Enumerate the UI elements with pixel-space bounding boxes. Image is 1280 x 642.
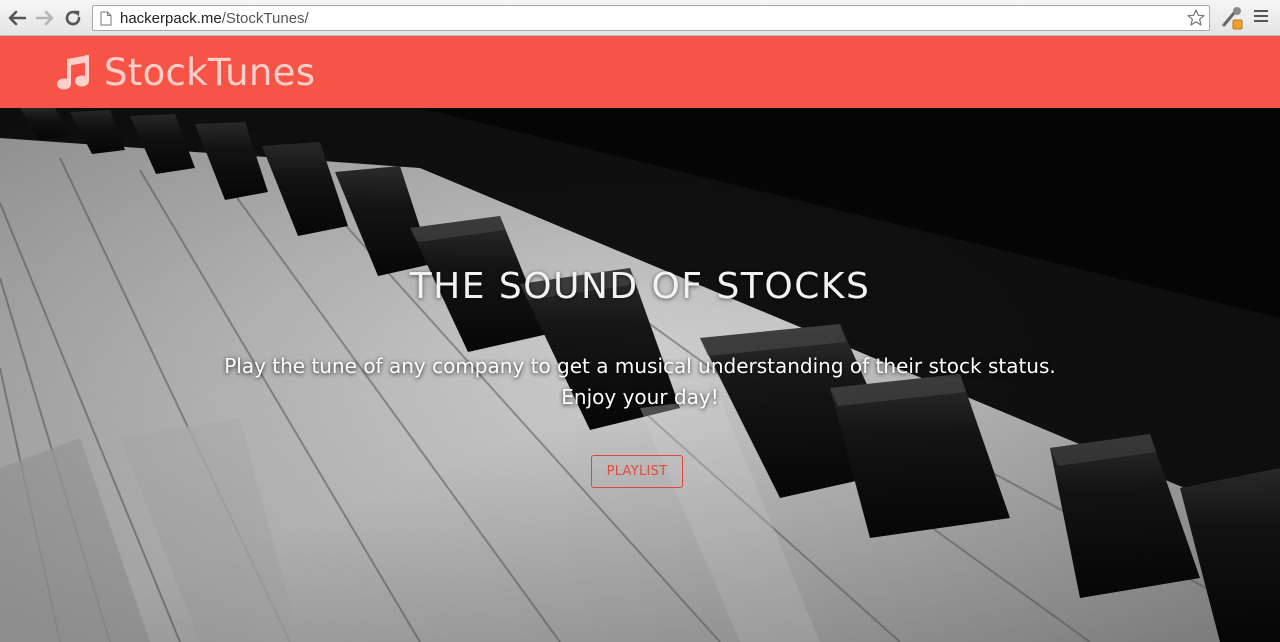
eyedropper-extension-icon[interactable] <box>1220 5 1244 31</box>
menu-icon[interactable] <box>1254 10 1268 24</box>
playlist-button[interactable]: PLAYLIST <box>591 455 683 488</box>
url-text: hackerpack.me/StockTunes/ <box>120 10 309 27</box>
brand-link[interactable]: StockTunes <box>56 51 315 94</box>
hero-content: THE SOUND OF STOCKS Play the tune of any… <box>0 108 1280 642</box>
forward-button[interactable] <box>33 6 57 30</box>
hero-section: THE SOUND OF STOCKS Play the tune of any… <box>0 108 1280 642</box>
url-host: hackerpack.me <box>120 9 222 27</box>
address-bar[interactable]: hackerpack.me/StockTunes/ <box>92 5 1210 31</box>
hero-subtitle-line-1: Play the tune of any company to get a mu… <box>224 354 1056 378</box>
reload-icon <box>65 10 81 26</box>
brand-name: StockTunes <box>104 50 316 94</box>
reload-button[interactable] <box>61 6 85 30</box>
back-button[interactable] <box>5 6 29 30</box>
music-note-icon <box>57 55 89 90</box>
hero-subtitle-line-2: Enjoy your day! <box>561 385 719 409</box>
bookmark-star-icon[interactable] <box>1186 8 1206 28</box>
hero-title: THE SOUND OF STOCKS <box>409 266 871 307</box>
page-icon <box>100 11 112 25</box>
hero-subtitle: Play the tune of any company to get a mu… <box>140 351 1140 413</box>
browser-toolbar: hackerpack.me/StockTunes/ <box>0 0 1280 36</box>
back-arrow-icon <box>8 10 26 26</box>
url-path: /StockTunes/ <box>221 9 309 27</box>
site-header: StockTunes <box>0 36 1280 108</box>
forward-arrow-icon <box>36 10 54 26</box>
